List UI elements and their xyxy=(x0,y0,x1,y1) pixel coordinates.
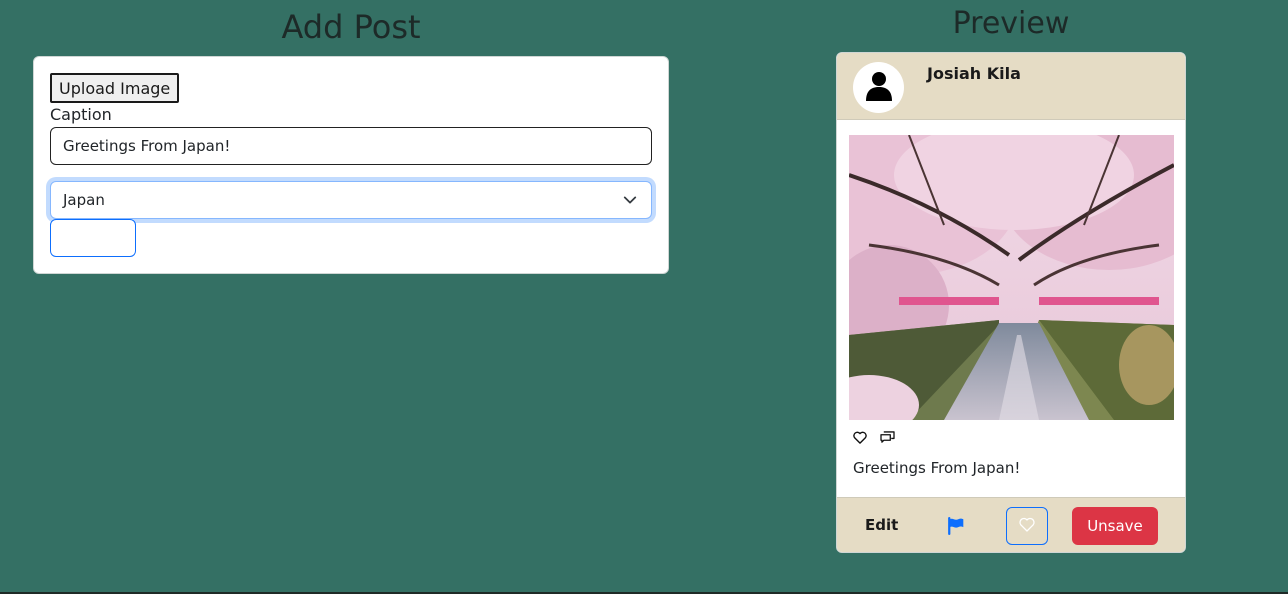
upload-image-button[interactable]: Upload Image xyxy=(50,73,180,103)
flag-icon[interactable] xyxy=(947,517,965,535)
add-post-form: Upload Image Caption Japan xyxy=(33,56,669,274)
avatar xyxy=(853,62,904,113)
comment-icon[interactable] xyxy=(880,430,895,445)
add-post-title: Add Post xyxy=(281,8,421,46)
submit-button[interactable] xyxy=(50,219,136,257)
chevron-down-icon xyxy=(623,192,639,208)
person-icon xyxy=(865,71,892,105)
post-preview-card: Josiah Kila Greetings From Japan! Edit U… xyxy=(836,52,1186,553)
country-select-value: Japan xyxy=(63,191,105,209)
post-actions xyxy=(853,430,895,445)
post-header: Josiah Kila xyxy=(837,53,1185,120)
post-caption: Greetings From Japan! xyxy=(853,459,1021,477)
heart-icon xyxy=(1019,517,1035,536)
caption-label: Caption xyxy=(50,105,112,124)
post-footer: Edit Unsave xyxy=(837,497,1185,552)
heart-icon[interactable] xyxy=(853,430,868,445)
post-image xyxy=(849,135,1174,420)
unsave-button[interactable]: Unsave xyxy=(1072,507,1158,545)
country-select[interactable]: Japan xyxy=(50,181,652,219)
like-button[interactable] xyxy=(1006,507,1048,545)
caption-input[interactable] xyxy=(50,127,652,165)
preview-title: Preview xyxy=(952,6,1070,41)
edit-button[interactable]: Edit xyxy=(865,516,898,534)
author-name: Josiah Kila xyxy=(927,64,1021,83)
